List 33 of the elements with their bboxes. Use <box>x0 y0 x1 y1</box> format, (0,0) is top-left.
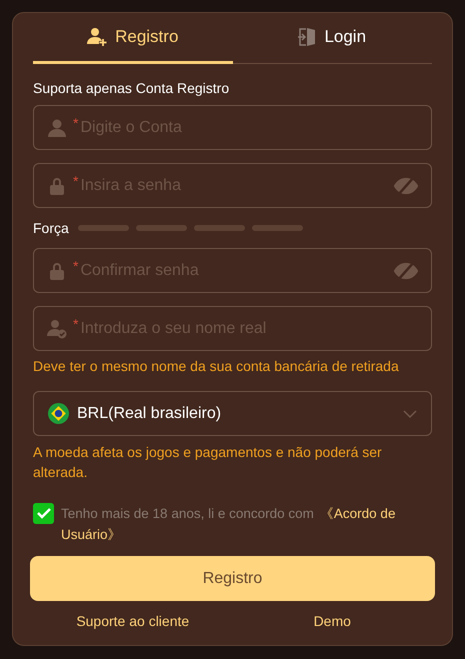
user-check-icon <box>47 318 67 338</box>
lock-icon <box>47 176 67 196</box>
required-mark: * <box>73 174 78 188</box>
eye-off-icon[interactable] <box>394 176 418 196</box>
check-icon <box>36 508 50 519</box>
door-icon <box>298 27 316 47</box>
lock-icon <box>47 260 67 280</box>
notice-text: Suporta apenas Conta Registro <box>33 79 230 98</box>
strength-segment <box>252 225 303 231</box>
strength-segment <box>136 225 187 231</box>
tab[interactable]: Login <box>232 13 432 64</box>
required-mark: * <box>73 258 78 272</box>
user-agreement-link[interactable]: Usuário》 <box>61 524 122 545</box>
chevron-down-icon <box>403 410 417 418</box>
register-button[interactable]: Registro <box>30 556 435 601</box>
agreement-text: Tenho mais de 18 anos, li e concordo com <box>61 505 314 523</box>
eye-off-icon[interactable] <box>394 260 418 280</box>
user-add-icon <box>87 27 108 47</box>
checkbox[interactable] <box>33 503 54 524</box>
tab[interactable]: Registro <box>33 13 232 64</box>
footer-link[interactable]: Demo <box>314 611 351 632</box>
flag-icon <box>48 403 69 424</box>
currency-select[interactable]: BRL(Real brasileiro) <box>33 391 432 436</box>
strength-segment <box>194 225 245 231</box>
strength-segment <box>78 225 129 231</box>
user-icon <box>47 118 67 138</box>
warning-text: A moeda afeta os jogos e pagamentos e não poderá ser alterada. <box>33 443 383 482</box>
required-mark: * <box>73 116 78 130</box>
user-agreement-link[interactable]: 《Acordo de <box>320 503 396 524</box>
hint-text: Deve ter o mesmo nome da sua conta bancária de retirada <box>33 357 400 376</box>
required-mark: * <box>73 316 78 330</box>
footer-link[interactable]: Suporte ao cliente <box>76 611 190 632</box>
strength-label: Força <box>33 218 69 238</box>
